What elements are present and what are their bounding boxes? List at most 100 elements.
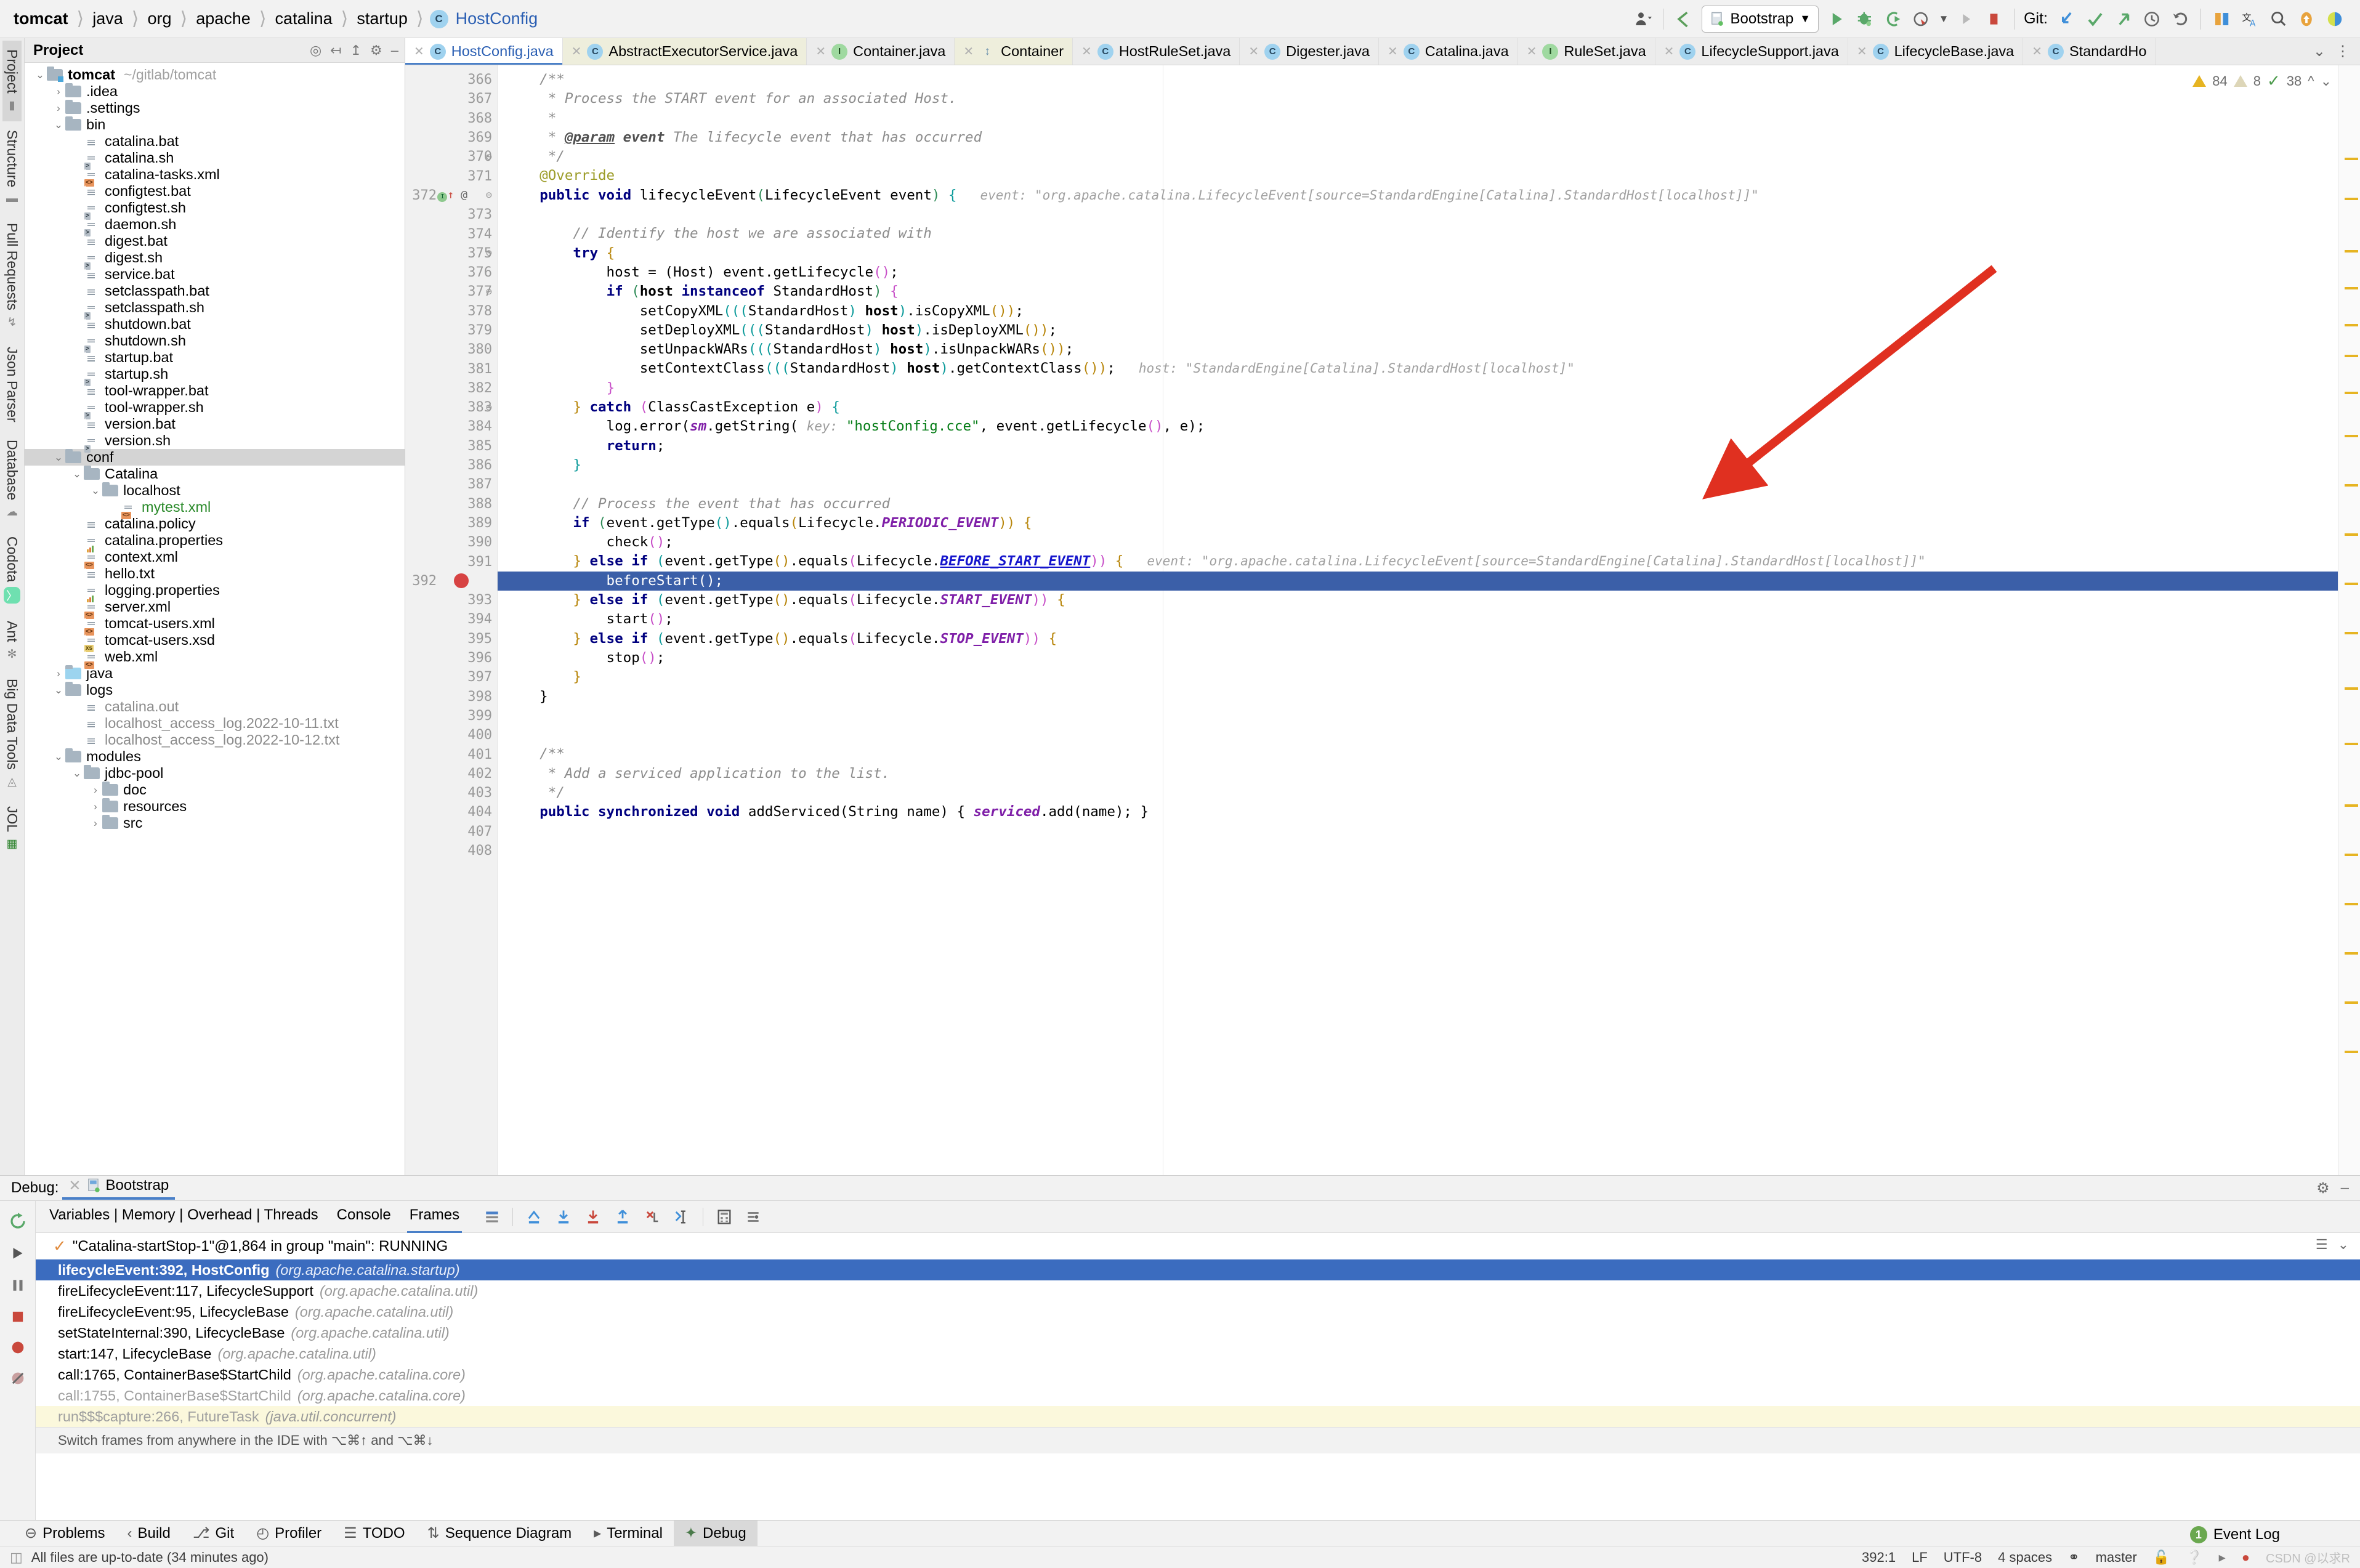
tree-node-tomcat[interactable]: ⌄ tomcat ~/gitlab/tomcat xyxy=(25,67,405,83)
code-line-396[interactable]: stop(); xyxy=(498,649,2338,668)
tree-node-configtest-bat[interactable]: configtest.bat xyxy=(25,183,405,200)
line-separator[interactable]: LF xyxy=(1912,1550,1928,1566)
close-icon[interactable]: ✕ xyxy=(68,1177,81,1195)
push-icon[interactable] xyxy=(2109,5,2138,33)
tree-node-src[interactable]: › src xyxy=(25,815,405,831)
marker-tick[interactable] xyxy=(2345,392,2358,394)
gutter-line-401[interactable]: 401 xyxy=(405,745,497,764)
evaluate-expression-icon[interactable] xyxy=(716,1208,733,1226)
frame-row[interactable]: run$$$capture:266, FutureTask (java.util.… xyxy=(36,1406,2360,1427)
tree-node-shutdown-sh[interactable]: > shutdown.sh xyxy=(25,333,405,353)
gutter-line-378[interactable]: 378 xyxy=(405,302,497,321)
code-line-408[interactable] xyxy=(498,841,2338,860)
step-over-icon[interactable] xyxy=(555,1208,572,1226)
tree-node-digest-bat[interactable]: digest.bat xyxy=(25,233,405,249)
chevron-down-icon[interactable]: ▼ xyxy=(1936,5,1952,33)
marker-tick[interactable] xyxy=(2345,198,2358,200)
gutter-line-394[interactable]: 394 xyxy=(405,610,497,629)
gutter-line-367[interactable]: 367 xyxy=(405,89,497,108)
gutter-line-404[interactable]: 404 xyxy=(405,802,497,822)
marker-tick[interactable] xyxy=(2345,854,2358,856)
code-line-375[interactable]: try { xyxy=(498,244,2338,263)
close-icon[interactable]: ✕ xyxy=(414,44,424,59)
fold-toggle-icon[interactable]: ⊖ xyxy=(486,402,492,414)
tree-node-tool-wrapper-sh[interactable]: > tool-wrapper.sh xyxy=(25,399,405,419)
code-editor[interactable]: 366 367 368 369 370 ⊖ 371 I ↑ @372 ⊖ 373 374 375 ⊖ 376… xyxy=(405,65,2360,1175)
code-line-367[interactable]: * Process the START event for an associa… xyxy=(498,89,2338,108)
back-arrow-icon[interactable] xyxy=(1670,5,1698,33)
editor-markers-strip[interactable] xyxy=(2338,65,2360,1175)
tree-node-localhost-access-log-2022-10-12-txt[interactable]: localhost_access_log.2022-10-12.txt xyxy=(25,732,405,748)
gutter-line-382[interactable]: 382 xyxy=(405,379,497,398)
sidebar-item-json-parser[interactable]: Json Parser xyxy=(2,338,22,431)
close-icon[interactable]: ✕ xyxy=(1857,44,1867,59)
gutter-line-398[interactable]: 398 xyxy=(405,687,497,706)
stop-icon[interactable] xyxy=(1980,5,2008,33)
code-line-374[interactable]: // Identify the host we are associated w… xyxy=(498,224,2338,243)
code-line-403[interactable]: */ xyxy=(498,783,2338,802)
chevron-down-icon[interactable]: ▼ xyxy=(1800,12,1811,25)
tree-node-configtest-sh[interactable]: > configtest.sh xyxy=(25,200,405,220)
history-icon[interactable] xyxy=(2138,5,2166,33)
tree-node-digest-sh[interactable]: > digest.sh xyxy=(25,249,405,270)
code-line-400[interactable] xyxy=(498,725,2338,745)
tree-node-startup-sh[interactable]: > startup.sh xyxy=(25,366,405,386)
frame-row[interactable]: call:1765, ContainerBase$StartChild (org.… xyxy=(36,1364,2360,1385)
tree-node-hello-txt[interactable]: hello.txt xyxy=(25,565,405,582)
editor-tab-container[interactable]: ✕ ↕ Container xyxy=(955,38,1073,65)
tree-node-shutdown-bat[interactable]: shutdown.bat xyxy=(25,316,405,333)
editor-tab-ruleset-java[interactable]: ✕ I RuleSet.java xyxy=(1518,38,1655,65)
marker-tick[interactable] xyxy=(2345,1051,2358,1053)
gutter-line-392[interactable]: 392 xyxy=(405,572,497,591)
tool-window-problems[interactable]: ⊖ Problems xyxy=(14,1521,116,1546)
update-project-icon[interactable] xyxy=(2053,5,2081,33)
tree-node-version-sh[interactable]: > version.sh xyxy=(25,432,405,453)
pause-icon[interactable] xyxy=(9,1276,27,1295)
marker-tick[interactable] xyxy=(2345,632,2358,634)
resume-icon[interactable] xyxy=(9,1244,27,1263)
tree-node-tomcat-users-xsd[interactable]: xs tomcat-users.xsd xyxy=(25,632,405,652)
run-configuration-selector[interactable]: Bootstrap ▼ xyxy=(1701,5,1819,33)
tool-window-build[interactable]: ‹ Build xyxy=(116,1521,181,1546)
chevron-right-icon[interactable]: › xyxy=(52,102,65,115)
locate-icon[interactable]: ◎ xyxy=(310,42,321,59)
code-line-381[interactable]: setContextClass(((StandardHost) host).ge… xyxy=(498,359,2338,378)
gutter-line-370[interactable]: 370 ⊖ xyxy=(405,147,497,166)
tool-window-bar[interactable]: ⊖ Problems ‹ Build ⎇ Git ◴ Profiler ☰ TODO ⇅ Sequen… xyxy=(0,1520,2360,1546)
fold-toggle-icon[interactable]: ⊖ xyxy=(486,151,492,163)
tree-node-setclasspath-bat[interactable]: setclasspath.bat xyxy=(25,283,405,299)
run-coverage-icon[interactable] xyxy=(1879,5,1907,33)
settings-icon[interactable] xyxy=(745,1209,761,1225)
marker-tick[interactable] xyxy=(2345,158,2358,160)
gutter-line-389[interactable]: 389 xyxy=(405,514,497,533)
tree-node-catalina-tasks-xml[interactable]: <> catalina-tasks.xml xyxy=(25,166,405,187)
chevron-down-icon[interactable]: ⌄ xyxy=(52,751,65,763)
marker-tick[interactable] xyxy=(2345,355,2358,357)
search-everywhere-icon[interactable] xyxy=(2264,5,2292,33)
breadcrumb-item-file[interactable]: HostConfig xyxy=(453,9,541,28)
chevron-down-icon[interactable]: ⌄ xyxy=(2338,1237,2349,1253)
sidebar-item-structure[interactable]: Structure ▬ xyxy=(2,121,22,214)
gutter-line-380[interactable]: 380 xyxy=(405,340,497,359)
commit-icon[interactable] xyxy=(2081,5,2109,33)
marker-tick[interactable] xyxy=(2345,583,2358,585)
close-icon[interactable]: ✕ xyxy=(1527,44,1537,59)
frame-row[interactable]: call:1755, ContainerBase$StartChild (org.… xyxy=(36,1385,2360,1406)
close-icon[interactable]: ✕ xyxy=(1664,44,1675,59)
code-line-395[interactable]: } else if (event.getType().equals(Lifecy… xyxy=(498,629,2338,649)
tool-window-profiler[interactable]: ◴ Profiler xyxy=(245,1521,333,1546)
gutter-line-373[interactable]: 373 xyxy=(405,205,497,224)
code-line-391[interactable]: } else if (event.getType().equals(Lifecy… xyxy=(498,552,2338,571)
gutter-line-386[interactable]: 386 xyxy=(405,456,497,475)
drop-frame-icon[interactable] xyxy=(644,1208,661,1226)
notification-icon[interactable]: ● xyxy=(2242,1550,2250,1566)
code-line-385[interactable]: return; xyxy=(498,437,2338,456)
rerun-icon[interactable] xyxy=(9,1212,27,1231)
thread-header[interactable]: ✓ "Catalina-startStop-1"@1,864 in group … xyxy=(36,1233,2360,1259)
gutter-line-379[interactable]: 379 xyxy=(405,321,497,340)
frame-row[interactable]: fireLifecycleEvent:95, LifecycleBase (org… xyxy=(36,1301,2360,1322)
tree-node-conf[interactable]: ⌄ conf xyxy=(25,449,405,466)
hide-icon[interactable]: ‒ xyxy=(2341,1179,2349,1197)
code-line-371[interactable]: @Override xyxy=(498,166,2338,185)
gutter-line-399[interactable]: 399 xyxy=(405,706,497,725)
